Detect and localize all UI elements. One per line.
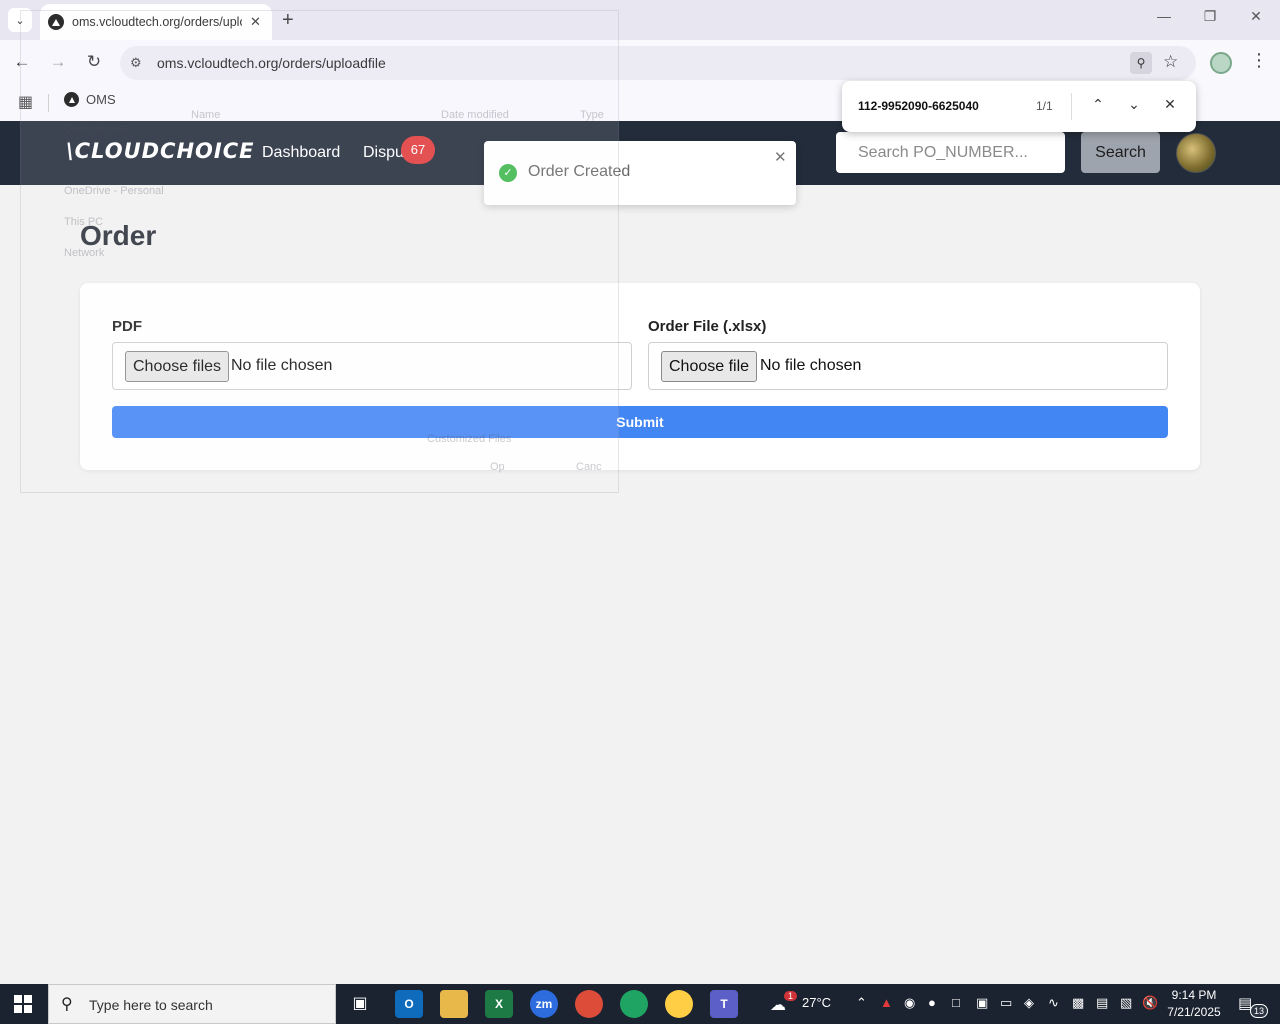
order-file-label: Order File (.xlsx) (648, 318, 767, 335)
chrome-tray-icon[interactable]: ◉ (904, 995, 915, 1011)
pdf-file-input[interactable]: Choose files No file chosen (112, 342, 632, 390)
find-match-count: 1/1 (1036, 99, 1053, 113)
display-tray-icon[interactable]: ▭ (1000, 995, 1012, 1011)
order-created-toast: ✓ Order Created ✕ (484, 141, 796, 205)
tab-close-icon[interactable]: ✕ (250, 14, 261, 30)
task-view-icon[interactable]: ▣ (346, 990, 374, 1018)
chrome-profile-2-icon[interactable] (620, 990, 648, 1018)
zoom-tray-icon[interactable]: ● (928, 995, 936, 1010)
excel-icon[interactable]: X (485, 990, 513, 1018)
file-explorer-icon[interactable] (440, 990, 468, 1018)
zoom-icon[interactable]: zm (530, 990, 558, 1018)
bookmark-label: OMS (86, 92, 116, 107)
acrobat-tray-icon[interactable]: ▲ (880, 995, 893, 1010)
search-button[interactable]: Search (1081, 132, 1160, 173)
toast-close-icon[interactable]: ✕ (774, 148, 787, 166)
tab-title: oms.vcloudtech.org/orders/uploadfile (72, 15, 242, 29)
chrome-profile-1-icon[interactable] (575, 990, 603, 1018)
browser-toolbar: ← → ↻ ⚙ oms.vcloudtech.org/orders/upload… (0, 40, 1280, 86)
ghost-sidebar-onedrive: OneDrive - Personal (64, 185, 164, 197)
submit-button[interactable]: Submit (112, 406, 1168, 438)
teams-tray-icon[interactable]: ▣ (976, 995, 988, 1011)
apps-grid-icon[interactable]: ▦ (18, 92, 33, 112)
back-arrow-icon[interactable]: ← (10, 52, 34, 72)
network-tray-icon[interactable]: ∿ (1048, 995, 1059, 1011)
clock-date: 7/21/2025 (1167, 1005, 1221, 1019)
browser-menu-icon[interactable]: ⋮ (1250, 50, 1268, 71)
find-next-icon[interactable]: ⌄ (1124, 96, 1144, 113)
windows-start-icon[interactable] (14, 995, 32, 1013)
pdf-choose-files-button[interactable]: Choose files (125, 351, 230, 382)
browser-tab[interactable]: oms.vcloudtech.org/orders/uploadfile ✕ (40, 4, 272, 40)
upload-card: PDF Choose files No file chosen Order Fi… (80, 283, 1200, 470)
security-tray-icon[interactable]: ◈ (1024, 995, 1034, 1011)
taskbar-search-placeholder: Type here to search (89, 997, 213, 1013)
profile-icon[interactable] (1210, 52, 1232, 74)
pdf-file-status: No file chosen (231, 357, 333, 374)
address-url[interactable]: oms.vcloudtech.org/orders/uploadfile (157, 55, 386, 71)
page-title: Order (80, 220, 157, 251)
user-avatar[interactable] (1176, 133, 1216, 173)
address-bar[interactable]: ⚙ oms.vcloudtech.org/orders/uploadfile ⚲… (120, 46, 1196, 80)
close-window-button[interactable]: ✕ (1233, 8, 1279, 25)
cloudchoice-logo[interactable]: \CLOUDCHOICE (66, 139, 254, 163)
forward-arrow-icon[interactable]: → (46, 52, 70, 72)
bookmark-star-icon[interactable]: ☆ (1163, 52, 1178, 72)
reload-icon[interactable]: ↻ (82, 52, 106, 72)
find-divider (1071, 93, 1072, 120)
taskbar-search-box[interactable]: ⚲ Type here to search (48, 984, 336, 1024)
teams-icon[interactable]: T (710, 990, 738, 1018)
find-query-input[interactable]: 112-9952090-6625040 (858, 99, 979, 113)
order-file-status: No file chosen (760, 357, 862, 374)
toast-message: Order Created (528, 163, 631, 180)
oms-bookmark-icon (64, 92, 79, 107)
browser-tabstrip: ⌄ oms.vcloudtech.org/orders/uploadfile ✕… (0, 0, 1280, 40)
nav-link-disputes[interactable]: Dispu (363, 144, 404, 162)
find-in-page-bar: 112-9952090-6625040 1/1 ⌃ ⌄ ✕ (842, 81, 1196, 132)
chrome-profile-3-icon[interactable] (665, 990, 693, 1018)
app-tray-icon[interactable]: ▩ (1072, 995, 1084, 1011)
windows-taskbar: ⚲ Type here to search ▣ O X zm T ☁ 1 27°… (0, 984, 1280, 1024)
sync-tray-icon[interactable]: ▤ (1096, 995, 1108, 1011)
po-number-search-input[interactable] (836, 132, 1065, 173)
order-choose-file-button[interactable]: Choose file (661, 351, 758, 382)
success-check-icon: ✓ (499, 164, 517, 182)
oms-favicon-icon (48, 14, 64, 30)
page-search-icon[interactable]: ⚲ (1130, 52, 1152, 74)
bookmark-oms[interactable]: OMS (64, 92, 116, 107)
find-previous-icon[interactable]: ⌃ (1088, 96, 1108, 113)
search-icon: ⚲ (61, 996, 73, 1013)
pdf-label: PDF (112, 318, 142, 335)
weather-temperature[interactable]: 27°C (802, 995, 831, 1010)
order-file-input[interactable]: Choose file No file chosen (648, 342, 1168, 390)
tab-search-button[interactable]: ⌄ (8, 8, 32, 32)
outlook-tray-icon[interactable]: □ (952, 995, 960, 1010)
taskbar-clock[interactable]: 9:14 PM 7/21/2025 (1164, 987, 1224, 1021)
dispute-count-badge: 67 (401, 136, 435, 164)
notification-count-badge: 13 (1250, 1004, 1268, 1018)
volume-muted-icon[interactable]: 🔇 (1142, 995, 1158, 1011)
outlook-icon[interactable]: O (395, 990, 423, 1018)
find-close-icon[interactable]: ✕ (1160, 96, 1180, 113)
bookmarks-divider (48, 94, 49, 112)
restore-button[interactable]: ❐ (1187, 8, 1233, 25)
new-tab-button[interactable]: + (282, 9, 294, 31)
site-info-icon[interactable]: ⚙ (130, 55, 142, 71)
wired-network-icon[interactable]: ▧ (1120, 995, 1132, 1011)
weather-badge: 1 (784, 991, 798, 1001)
minimize-button[interactable]: — (1141, 8, 1187, 24)
clock-time: 9:14 PM (1171, 988, 1217, 1002)
nav-link-dashboard[interactable]: Dashboard (262, 144, 340, 162)
tray-overflow-icon[interactable]: ⌃ (856, 995, 867, 1011)
